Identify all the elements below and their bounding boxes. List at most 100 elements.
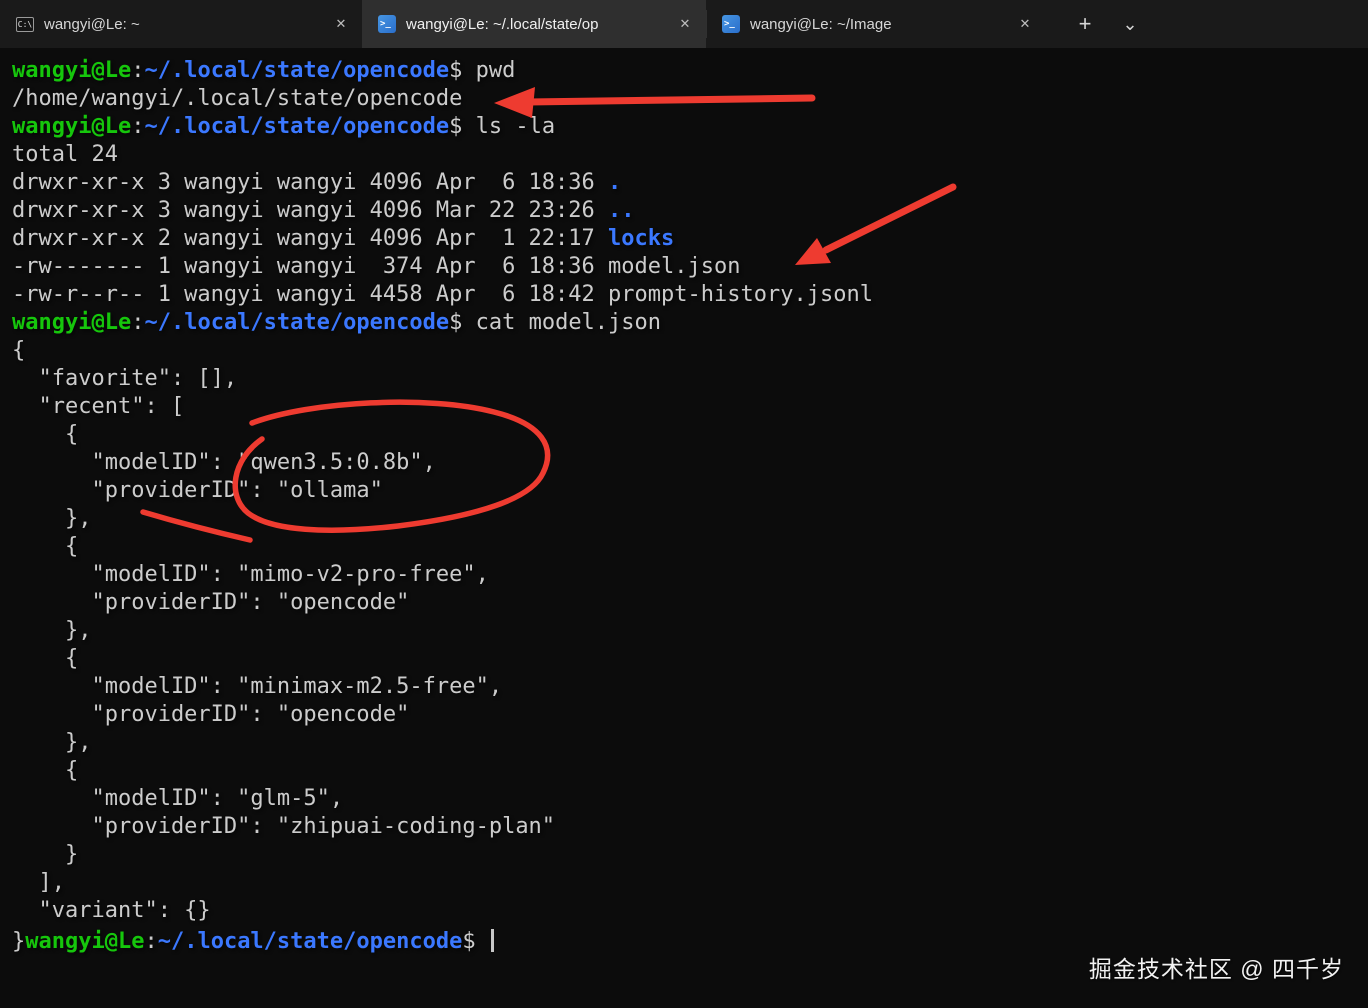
terminal-text-segment: }, [12,618,92,643]
terminal-text-segment: : [131,114,145,139]
terminal-text-segment: : [131,58,145,83]
tab-home[interactable]: C:\ wangyi@Le: ~ ✕ [0,0,362,48]
terminal-text-segment: : [131,310,145,335]
terminal-text-segment: { [12,422,79,447]
terminal-icon: >_ [722,15,740,33]
terminal-line: drwxr-xr-x 2 wangyi wangyi 4096 Apr 1 22… [12,225,1360,253]
terminal-text-segment: "recent": [ [12,394,185,419]
terminal-text-segment: wangyi@Le [12,310,132,335]
terminal-text-segment: drwxr-xr-x 3 wangyi wangyi 4096 Mar 22 2… [12,198,609,223]
terminal-line: "providerID": "opencode" [12,701,1360,729]
close-tab-icon[interactable]: ✕ [672,11,698,37]
terminal-line: "providerID": "opencode" [12,589,1360,617]
terminal-line: }wangyi@Le:~/.local/state/opencode$ [12,925,1360,954]
terminal-line: { [12,337,1360,365]
close-tab-icon[interactable]: ✕ [328,11,354,37]
terminal-line: }, [12,617,1360,645]
terminal-line: /home/wangyi/.local/state/opencode [12,85,1360,113]
terminal-viewport[interactable]: wangyi@Le:~/.local/state/opencode$ pwd/h… [0,48,1368,1008]
terminal-line: wangyi@Le:~/.local/state/opencode$ ls -l… [12,113,1360,141]
terminal-text-segment: } [12,842,79,867]
terminal-text-segment: { [12,338,26,363]
terminal-line: "modelID": "mimo-v2-pro-free", [12,561,1360,589]
terminal-text-segment: { [12,534,79,559]
terminal-text-segment: }, [12,506,92,531]
terminal-line: -rw------- 1 wangyi wangyi 374 Apr 6 18:… [12,253,1360,281]
terminal-text-segment: $ pwd [449,58,516,83]
terminal-output: wangyi@Le:~/.local/state/opencode$ pwd/h… [12,57,1360,954]
terminal-cursor [490,929,494,952]
terminal-text-segment: "modelID": "qwen3.5:0.8b", [12,450,436,475]
terminal-text-segment: ~/.local/state/opencode [144,310,450,335]
terminal-text-segment: "modelID": "glm-5", [12,786,344,811]
tab-opencode-state[interactable]: >_ wangyi@Le: ~/.local/state/op ✕ [362,0,706,48]
terminal-text-segment: total 24 [12,142,118,167]
terminal-text-segment: "modelID": "minimax-m2.5-free", [12,674,503,699]
terminal-window: C:\ wangyi@Le: ~ ✕ >_ wangyi@Le: ~/.loca… [0,0,1368,1008]
terminal-text-segment: "providerID": "zhipuai-coding-plan" [12,814,556,839]
terminal-text-segment: .. [608,198,635,223]
watermark: 掘金技术社区 @ 四千岁 [1088,956,1344,982]
terminal-line: }, [12,729,1360,757]
new-tab-button[interactable]: + [1064,7,1106,41]
terminal-text-segment: "favorite": [], [12,366,238,391]
tab-title: wangyi@Le: ~ [44,15,140,33]
terminal-line: "modelID": "qwen3.5:0.8b", [12,449,1360,477]
terminal-line: } [12,841,1360,869]
terminal-line: "recent": [ [12,393,1360,421]
terminal-line: total 24 [12,141,1360,169]
terminal-line: "providerID": "zhipuai-coding-plan" [12,813,1360,841]
terminal-line: "modelID": "minimax-m2.5-free", [12,673,1360,701]
terminal-text-segment: wangyi@Le [25,929,145,954]
terminal-line: { [12,533,1360,561]
terminal-text-segment: }, [12,730,92,755]
terminal-line: ], [12,869,1360,897]
terminal-text-segment: ~/.local/state/opencode [144,114,450,139]
terminal-text-segment: $ ls -la [449,114,556,139]
terminal-line: drwxr-xr-x 3 wangyi wangyi 4096 Mar 22 2… [12,197,1360,225]
terminal-text-segment: /home/wangyi/.local/state/opencode [12,86,463,111]
terminal-line: -rw-r--r-- 1 wangyi wangyi 4458 Apr 6 18… [12,281,1360,309]
terminal-text-segment: ~/.local/state/opencode [157,929,463,954]
terminal-text-segment: -rw-r--r-- 1 wangyi wangyi 4458 Apr 6 18… [12,282,873,307]
terminal-text-segment: wangyi@Le [12,114,132,139]
terminal-text-segment: "providerID": "ollama" [12,478,383,503]
terminal-line: drwxr-xr-x 3 wangyi wangyi 4096 Apr 6 18… [12,169,1360,197]
terminal-icon: >_ [378,15,396,33]
terminal-line: { [12,645,1360,673]
terminal-line: "providerID": "ollama" [12,477,1360,505]
terminal-line: wangyi@Le:~/.local/state/opencode$ cat m… [12,309,1360,337]
terminal-line: wangyi@Le:~/.local/state/opencode$ pwd [12,57,1360,85]
terminal-text-segment: { [12,646,79,671]
terminal-text-segment: } [12,929,26,954]
terminal-text-segment: drwxr-xr-x 3 wangyi wangyi 4096 Apr 6 18… [12,170,609,195]
terminal-text-segment: : [144,929,158,954]
terminal-text-segment: ], [12,870,65,895]
terminal-text-segment: drwxr-xr-x 2 wangyi wangyi 4096 Apr 1 22… [12,226,609,251]
terminal-line: "favorite": [], [12,365,1360,393]
terminal-text-segment: $ cat model.json [449,310,662,335]
terminal-text-segment: "modelID": "mimo-v2-pro-free", [12,562,489,587]
terminal-line: "modelID": "glm-5", [12,785,1360,813]
terminal-text-segment: $ [462,929,489,954]
terminal-text-segment: { [12,758,79,783]
terminal-line: "variant": {} [12,897,1360,925]
tab-title: wangyi@Le: ~/.local/state/op [406,15,599,33]
cmd-icon: C:\ [16,16,34,32]
terminal-text-segment: "providerID": "opencode" [12,590,410,615]
terminal-text-segment: wangyi@Le [12,58,132,83]
terminal-text-segment: "variant": {} [12,898,211,923]
terminal-text-segment: "providerID": "opencode" [12,702,410,727]
tab-bar: C:\ wangyi@Le: ~ ✕ >_ wangyi@Le: ~/.loca… [0,0,1368,48]
terminal-text-segment: ~/.local/state/opencode [144,58,450,83]
tab-title: wangyi@Le: ~/Image [750,15,892,33]
terminal-text-segment: -rw------- 1 wangyi wangyi 374 Apr 6 18:… [12,254,741,279]
terminal-text-segment: locks [608,226,675,251]
close-tab-icon[interactable]: ✕ [1012,11,1038,37]
tab-image[interactable]: >_ wangyi@Le: ~/Image ✕ [706,0,1046,48]
terminal-line: }, [12,505,1360,533]
terminal-line: { [12,421,1360,449]
terminal-line: { [12,757,1360,785]
tab-dropdown-icon[interactable]: ⌄ [1110,7,1150,41]
terminal-text-segment: . [608,170,622,195]
